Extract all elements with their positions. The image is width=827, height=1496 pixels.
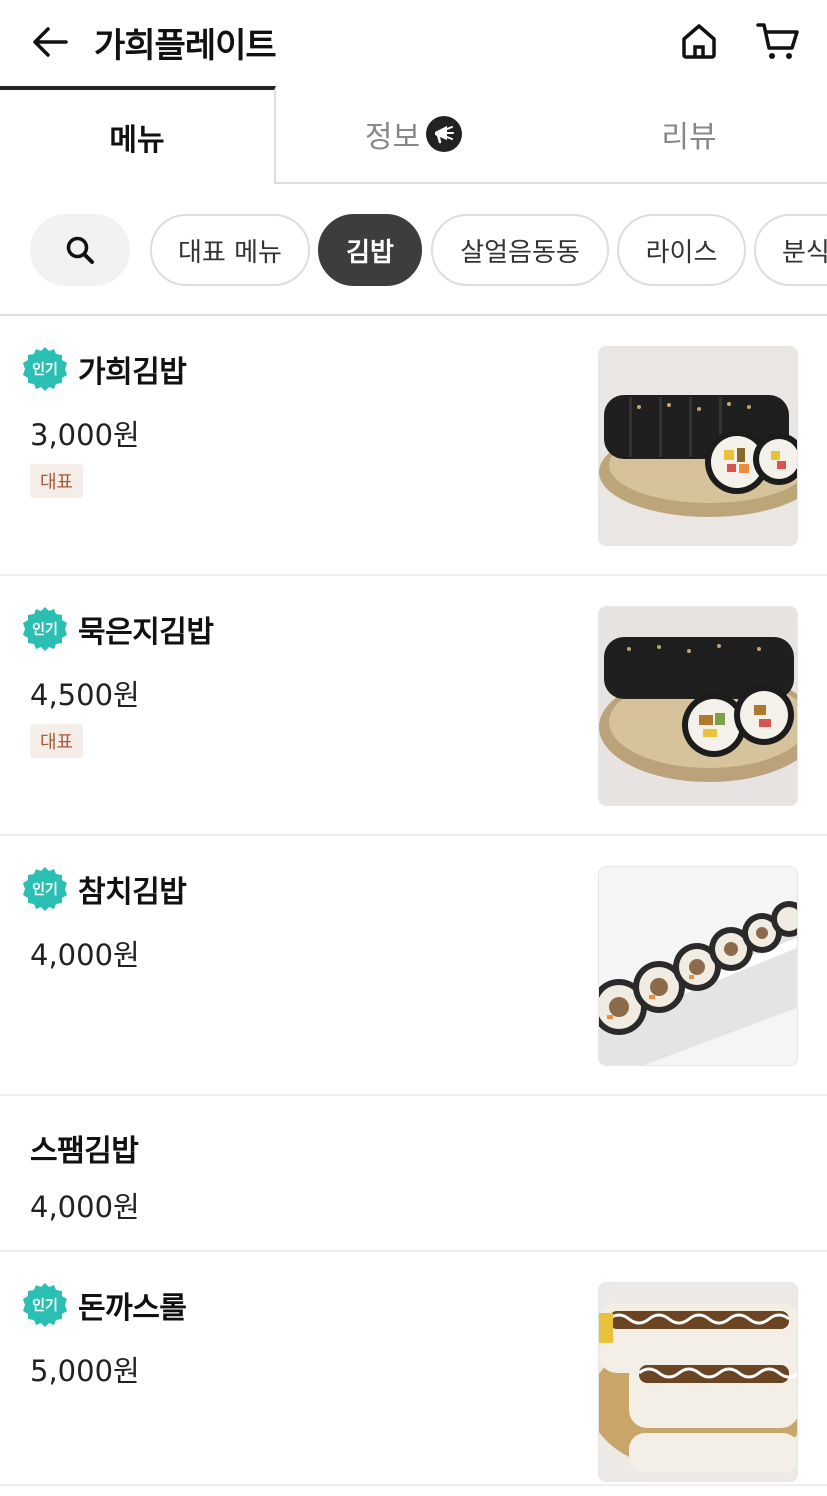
menu-item[interactable]: 인기 묵은지김밥 4,500원 대표 [0,576,827,836]
rep-tag: 대표 [30,724,84,758]
category-chip-label: 라이스 [645,237,718,268]
menu-item-price: 4,500원 [30,678,140,712]
category-chip-label: 김밥 [346,237,394,268]
home-button[interactable] [676,18,722,64]
tab-review[interactable]: 리뷰 [551,86,827,184]
back-button[interactable] [28,22,72,62]
tab-menu-label: 메뉴 [109,123,165,158]
menu-item[interactable]: 인기 참치김밥 4,000원 [0,836,827,1096]
kimbap-photo [598,606,798,806]
kimbap-photo [598,346,798,546]
menu-list: 인기 가희김밥 3,000원 대표 인기 묵은지김밥 4,500원 대표 인기 … [0,316,827,1486]
menu-item[interactable]: 스팸김밥 4,000원 [0,1096,827,1252]
search-icon [66,236,94,264]
tab-menu[interactable]: 메뉴 [0,86,276,184]
category-chip-slush[interactable]: 살얼음동동 [431,214,609,286]
menu-item-name: 참치김밥 [78,875,187,910]
category-chip-label: 대표 메뉴 [178,237,282,268]
category-chip-rep[interactable]: 대표 메뉴 [150,214,310,286]
menu-item-price: 5,000원 [30,1354,140,1388]
megaphone-icon [426,116,463,152]
category-chip-kimbap[interactable]: 김밥 [318,214,422,286]
menu-item-name: 스팸김밥 [30,1134,139,1169]
tab-bar: 메뉴 정보 리뷰 [0,86,827,186]
tab-info-label: 정보 [364,120,421,155]
tab-review-label: 리뷰 [661,120,717,155]
svg-text:인기: 인기 [32,361,58,378]
category-chips: 대표 메뉴 김밥 살얼음동동 라이스 분식 [0,186,827,316]
page-title: 가희플레이트 [94,26,277,66]
popular-badge-icon: 인기 [23,347,67,391]
tuna-kimbap-photo [598,866,798,1066]
menu-item[interactable]: 인기 돈까스롤 5,000원 [0,1252,827,1486]
svg-text:인기: 인기 [32,1297,58,1314]
category-chip-snack[interactable]: 분식 [754,214,827,286]
rep-tag: 대표 [30,464,84,498]
menu-item-price: 3,000원 [30,418,140,452]
menu-item[interactable]: 인기 가희김밥 3,000원 대표 [0,316,827,576]
cart-icon [756,23,799,59]
menu-item-name: 돈까스롤 [78,1291,187,1326]
popular-badge-icon: 인기 [23,1283,67,1327]
top-bar: 가희플레이트 [0,0,827,86]
menu-item-name: 가희김밥 [78,355,187,390]
menu-item-price: 4,000원 [30,938,140,972]
cart-button[interactable] [754,18,802,64]
category-chip-label: 살얼음동동 [460,237,580,268]
donkatsu-roll-photo [598,1282,798,1482]
home-icon [682,24,716,59]
menu-search-button[interactable] [30,214,130,286]
menu-item-price: 4,000원 [30,1190,140,1224]
category-chip-rice[interactable]: 라이스 [617,214,746,286]
popular-badge-icon: 인기 [23,867,67,911]
category-chip-label: 분식 [782,237,827,268]
tab-info[interactable]: 정보 [276,86,551,184]
svg-text:인기: 인기 [32,621,58,638]
svg-text:인기: 인기 [32,881,58,898]
arrow-left-icon [33,27,68,57]
menu-item-name: 묵은지김밥 [78,615,214,650]
popular-badge-icon: 인기 [23,607,67,651]
